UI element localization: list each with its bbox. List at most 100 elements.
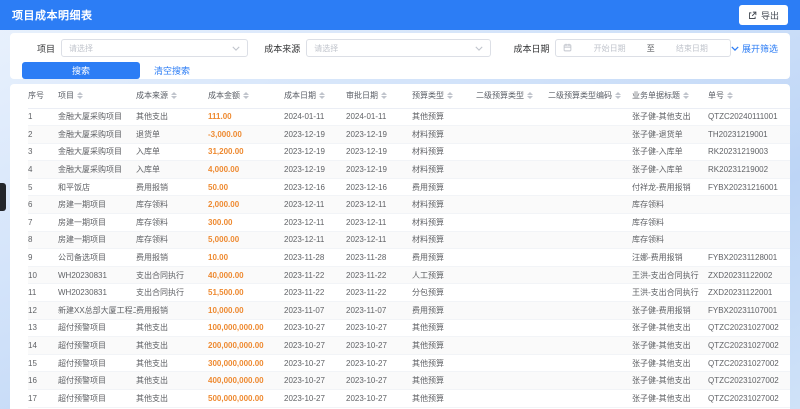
project-select[interactable]: 请选择 [61, 39, 249, 57]
table-row[interactable]: 9 公司备选项目 费用报销 10.00 2023-11-28 2023-11-28 费用预算… [28, 248, 790, 267]
table-row[interactable]: 1 金融大厦采购项目 其他支出 111.00 2024-01-11 2024-01-11 其… [28, 108, 790, 127]
table-row[interactable]: 5 和平饭店 费用报销 50.00 2023-12-16 2023-12-16 费用预算 付祥… [28, 178, 790, 197]
column-header-sub_budget_type[interactable]: 二级预算类型 [476, 84, 548, 109]
column-header-label: 业务单据标题 [632, 91, 680, 101]
table-row[interactable]: 15 超付预警项目 其他支出 300,000,000.00 2023-10-27 2023… [28, 354, 790, 373]
cell-source: 库存领料 [136, 213, 208, 232]
column-header-label: 成本来源 [136, 91, 168, 101]
cell-sub_budget_type [476, 371, 548, 390]
sort-icon[interactable] [319, 92, 325, 100]
cell-project: 超付预警项目 [58, 354, 136, 373]
sort-icon[interactable] [683, 92, 689, 100]
cell-cost_date: 2024-01-11 [284, 108, 346, 127]
table-row[interactable]: 7 房建一期项目 库存领料 300.00 2023-12-11 2023-12-11 材料预… [28, 213, 790, 232]
column-header-cost_date[interactable]: 成本日期 [284, 84, 346, 109]
table-row[interactable]: 4 金融大厦采购项目 入库单 4,000.00 2023-12-19 2023-12-19… [28, 160, 790, 179]
cell-project: 超付预警项目 [58, 319, 136, 338]
date-separator: 至 [646, 43, 655, 53]
column-header-no: 序号 [28, 84, 58, 109]
cell-amount: 4,000.00 [208, 160, 284, 179]
cell-sub_budget_code [548, 143, 632, 162]
source-select[interactable]: 请选择 [306, 39, 492, 57]
table-row[interactable]: 13 超付预警项目 其他支出 100,000,000.00 2023-10-27 2023… [28, 319, 790, 338]
cell-no: 14 [28, 336, 58, 355]
cell-budget_type: 其他预算 [412, 336, 476, 355]
cell-project: 房建一期项目 [58, 231, 136, 250]
chevron-down-icon [731, 45, 739, 51]
cell-project: 超付预警项目 [58, 336, 136, 355]
sort-icon[interactable] [381, 92, 387, 100]
cell-amount: 10,000.00 [208, 301, 284, 320]
cell-cost_date: 2023-12-11 [284, 195, 346, 215]
sort-icon[interactable] [243, 92, 249, 100]
column-header-sub_budget_code[interactable]: 二级预算类型编码 [548, 84, 632, 109]
cell-no: 10 [28, 266, 58, 285]
cell-doc_title: 张子健-其他支出 [632, 389, 708, 408]
cell-budget_type: 其他预算 [412, 389, 476, 408]
cell-amount: 300.00 [208, 213, 284, 232]
table-row[interactable]: 17 超付预警项目 其他支出 500,000,000.00 2023-10-27 2023… [28, 389, 790, 408]
side-drawer-handle[interactable] [0, 183, 6, 211]
table-row[interactable]: 16 超付预警项目 其他支出 400,000,000.00 2023-10-27 2023… [28, 371, 790, 390]
table-row[interactable]: 3 金融大厦采购项目 入库单 31,200.00 2023-12-19 2023-12-1… [28, 143, 790, 162]
cell-sub_budget_type [476, 178, 548, 197]
sort-icon[interactable] [447, 92, 453, 100]
expand-filter-link[interactable]: 展开筛选 [731, 42, 778, 55]
table-row[interactable]: 2 金融大厦采购项目 退货单 -3,000.00 2023-12-19 2023-12-1… [28, 125, 790, 144]
cell-source: 支出合同执行 [136, 266, 208, 285]
column-header-label: 二级预算类型编码 [548, 91, 612, 101]
cell-doc_no: RK20231219002 [708, 160, 790, 179]
cell-doc_title: 张子健-其他支出 [632, 371, 708, 390]
column-header-source[interactable]: 成本来源 [136, 84, 208, 109]
export-button[interactable]: 导出 [738, 5, 788, 25]
cell-sub_budget_code [548, 213, 632, 232]
cell-sub_budget_type [476, 319, 548, 338]
sort-icon[interactable] [615, 92, 621, 100]
column-header-approval_date[interactable]: 审批日期 [346, 84, 412, 109]
cell-sub_budget_code [548, 108, 632, 127]
cell-project: WH20230831 [58, 283, 136, 303]
cell-amount: 51,500.00 [208, 283, 284, 303]
table-row[interactable]: 14 超付预警项目 其他支出 200,000,000.00 2023-10-27 2023… [28, 336, 790, 355]
cell-budget_type: 其他预算 [412, 354, 476, 373]
cell-no: 8 [28, 231, 58, 250]
cell-doc_title: 张子健-入库单 [632, 143, 708, 162]
filter-row: 项目 请选择 成本来源 请选择 成本日期 开始日期 至 结束日期 展开筛选 [22, 38, 778, 58]
column-header-doc_title[interactable]: 业务单据标题 [632, 84, 708, 109]
sort-icon[interactable] [727, 92, 733, 100]
cell-amount: 500,000,000.00 [208, 389, 284, 408]
sort-icon[interactable] [171, 92, 177, 100]
column-header-doc_no[interactable]: 单号 [708, 84, 790, 109]
table-row[interactable]: 11 WH20230831 支出合同执行 51,500.00 2023-11-22 202… [28, 283, 790, 303]
cell-approval_date: 2023-10-27 [346, 389, 412, 408]
table-row[interactable]: 8 房建一期项目 库存领料 5,000.00 2023-12-11 2023-12-11 材… [28, 231, 790, 250]
cell-sub_budget_code [548, 336, 632, 355]
cell-approval_date: 2023-12-11 [346, 213, 412, 232]
search-button[interactable]: 搜索 [22, 62, 140, 79]
cell-doc_no: QTZC20240111001 [708, 108, 790, 127]
table-row[interactable]: 10 WH20230831 支出合同执行 40,000.00 2023-11-22 202… [28, 266, 790, 285]
sort-icon[interactable] [77, 92, 83, 100]
export-icon [748, 11, 757, 20]
column-header-budget_type[interactable]: 预算类型 [412, 84, 476, 109]
cell-amount: 2,000.00 [208, 195, 284, 215]
table-row[interactable]: 6 房建一期项目 库存领料 2,000.00 2023-12-11 2023-12-11 材… [28, 195, 790, 215]
cell-amount: 300,000,000.00 [208, 354, 284, 373]
cell-doc_no: QTZC20231027002 [708, 389, 790, 408]
cell-sub_budget_code [548, 301, 632, 320]
column-header-project[interactable]: 项目 [58, 84, 136, 109]
cell-project: 和平饭店 [58, 178, 136, 197]
cell-amount: 31,200.00 [208, 143, 284, 162]
cost-date-range-input[interactable]: 开始日期 至 结束日期 [555, 39, 731, 57]
cell-sub_budget_code [548, 389, 632, 408]
cell-budget_type: 材料预算 [412, 213, 476, 232]
sort-icon[interactable] [527, 92, 533, 100]
cell-doc_no: FYBX20231128001 [708, 248, 790, 267]
table-row[interactable]: 12新建XX总部大厦工程二期费用报销10,000.002023-11-07202… [28, 301, 790, 320]
cell-amount: 40,000.00 [208, 266, 284, 285]
clear-search-link[interactable]: 清空搜索 [154, 64, 190, 77]
cell-doc_title: 汪娜-费用报销 [632, 248, 708, 267]
column-header-amount[interactable]: 成本金额 [208, 84, 284, 109]
cell-sub_budget_code [548, 266, 632, 285]
date-end-placeholder: 结束日期 [675, 43, 708, 53]
